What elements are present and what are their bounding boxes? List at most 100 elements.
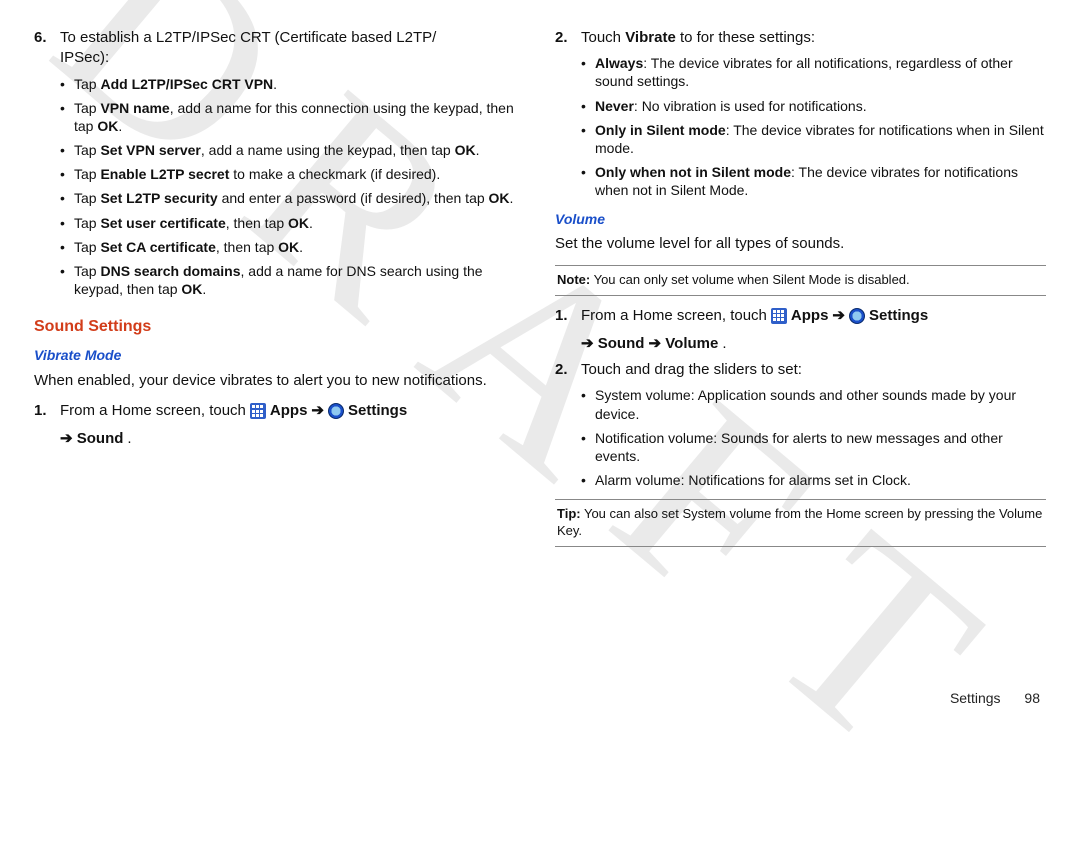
text: Tap (74, 100, 100, 116)
intro-text: Set the volume level for all types of so… (555, 234, 1046, 254)
subheading-volume: Volume (555, 210, 1046, 229)
footer-section: Settings (950, 690, 1001, 706)
step-number: 2. (555, 360, 581, 380)
text: From a Home screen, touch (60, 401, 246, 421)
text-bold: OK (288, 215, 309, 231)
list-item: Tap Set VPN server, add a name using the… (60, 141, 525, 159)
text: : The device vibrates for all notificati… (595, 55, 1013, 89)
subheading-vibrate-mode: Vibrate Mode (34, 346, 525, 365)
list-item: Only when not in Silent mode: The device… (581, 163, 1046, 199)
list-item: Alarm volume: Notifications for alarms s… (581, 471, 1046, 489)
right-column: 2. Touch Vibrate to for these settings: … (555, 28, 1046, 557)
step-1: 1. From a Home screen, touch Apps ➔ Sett… (34, 401, 525, 450)
text-bold: Set VPN server (100, 142, 200, 158)
text-bold: OK (181, 281, 202, 297)
apps-label: Apps (270, 401, 308, 421)
text-bold: Add L2TP/IPSec CRT VPN (100, 76, 273, 92)
footer-page-number: 98 (1024, 690, 1040, 706)
text-bold: Vibrate (625, 29, 676, 46)
list-item: Only in Silent mode: The device vibrates… (581, 121, 1046, 157)
page-content: 6. To establish a L2TP/IPSec CRT (Certif… (0, 0, 1080, 567)
text-bold: Set CA certificate (100, 239, 215, 255)
apps-icon (771, 308, 787, 324)
text: From a Home screen, touch (581, 306, 767, 326)
apps-label: Apps (791, 306, 829, 326)
text-bold: VPN name (100, 100, 169, 116)
list-item: Never: No vibration is used for notifica… (581, 97, 1046, 115)
text: , then tap (216, 239, 278, 255)
step-body: From a Home screen, touch Apps ➔ Setting… (581, 306, 1046, 355)
text: . (127, 429, 131, 449)
note-box: Note: You can only set volume when Silen… (555, 265, 1046, 296)
text: . (299, 239, 303, 255)
text: and enter a password (if desired), then … (218, 190, 489, 206)
text: Tap (74, 239, 100, 255)
step-number: 6. (34, 28, 60, 69)
text: . (722, 334, 726, 354)
text: , add a name using the keypad, then tap (201, 142, 455, 158)
page-footer: Settings 98 (950, 690, 1040, 706)
text-bold: Set user certificate (100, 215, 225, 231)
text-bold: Only when not in Silent mode (595, 164, 791, 180)
step-number: 1. (555, 306, 581, 355)
text-bold: Never (595, 98, 634, 114)
arrow-icon: ➔ (311, 401, 324, 421)
text: . (202, 281, 206, 297)
list-item: Tap VPN name, add a name for this connec… (60, 99, 525, 135)
text: : No vibration is used for notifications… (634, 98, 867, 114)
text-bold: Set L2TP security (100, 190, 217, 206)
text: to make a checkmark (if desired). (229, 166, 440, 182)
apps-icon (250, 403, 266, 419)
note-text: You can only set volume when Silent Mode… (590, 272, 909, 287)
step-6: 6. To establish a L2TP/IPSec CRT (Certif… (34, 28, 525, 69)
step-body: Touch and drag the sliders to set: (581, 360, 1046, 380)
text-bold: OK (278, 239, 299, 255)
text: Tap (74, 263, 100, 279)
list-item: Tap Set L2TP security and enter a passwo… (60, 189, 525, 207)
text-bold: Enable L2TP secret (100, 166, 229, 182)
list-item: System volume: Application sounds and ot… (581, 386, 1046, 422)
volume-step-1: 1. From a Home screen, touch Apps ➔ Sett… (555, 306, 1046, 355)
step-2: 2. Touch Vibrate to for these settings: (555, 28, 1046, 48)
list-item: Tap DNS search domains, add a name for D… (60, 262, 525, 298)
list-item: Tap Enable L2TP secret to make a checkma… (60, 165, 525, 183)
text: Touch (581, 29, 625, 46)
list-item: Always: The device vibrates for all noti… (581, 54, 1046, 90)
text-bold: Only in Silent mode (595, 122, 726, 138)
settings-icon (328, 403, 344, 419)
text: . (118, 118, 122, 134)
text: Tap (74, 190, 100, 206)
vpn-bullets: Tap Add L2TP/IPSec CRT VPN. Tap VPN name… (60, 75, 525, 299)
heading-sound-settings: Sound Settings (34, 316, 525, 338)
step-body: To establish a L2TP/IPSec CRT (Certifica… (60, 28, 525, 69)
tip-label: Tip: (557, 506, 581, 521)
list-item: Tap Set CA certificate, then tap OK. (60, 238, 525, 256)
text-bold: OK (97, 118, 118, 134)
tip-text: You can also set System volume from the … (557, 506, 1042, 538)
text: to for these settings: (676, 29, 815, 46)
text: . (309, 215, 313, 231)
left-column: 6. To establish a L2TP/IPSec CRT (Certif… (34, 28, 525, 557)
slider-bullets: System volume: Application sounds and ot… (581, 386, 1046, 489)
step-number: 2. (555, 28, 581, 48)
intro-text: When enabled, your device vibrates to al… (34, 371, 525, 391)
text: Tap (74, 76, 100, 92)
text: . (476, 142, 480, 158)
tip-box: Tip: You can also set System volume from… (555, 499, 1046, 547)
path-text: ➔ Sound ➔ Volume (581, 334, 718, 354)
step-body: Touch Vibrate to for these settings: (581, 28, 1046, 48)
list-item: Tap Set user certificate, then tap OK. (60, 214, 525, 232)
note-label: Note: (557, 272, 590, 287)
list-item: Tap Add L2TP/IPSec CRT VPN. (60, 75, 525, 93)
settings-icon (849, 308, 865, 324)
text: Tap (74, 166, 100, 182)
text: To establish a L2TP/IPSec CRT (Certifica… (60, 29, 436, 46)
text: Tap (74, 215, 100, 231)
text: . (273, 76, 277, 92)
text-bold: Always (595, 55, 643, 71)
path-text: ➔ Sound (60, 429, 123, 449)
text-bold: OK (489, 190, 510, 206)
text: IPSec): (60, 49, 109, 66)
arrow-icon: ➔ (832, 306, 845, 326)
settings-label: Settings (869, 306, 928, 326)
